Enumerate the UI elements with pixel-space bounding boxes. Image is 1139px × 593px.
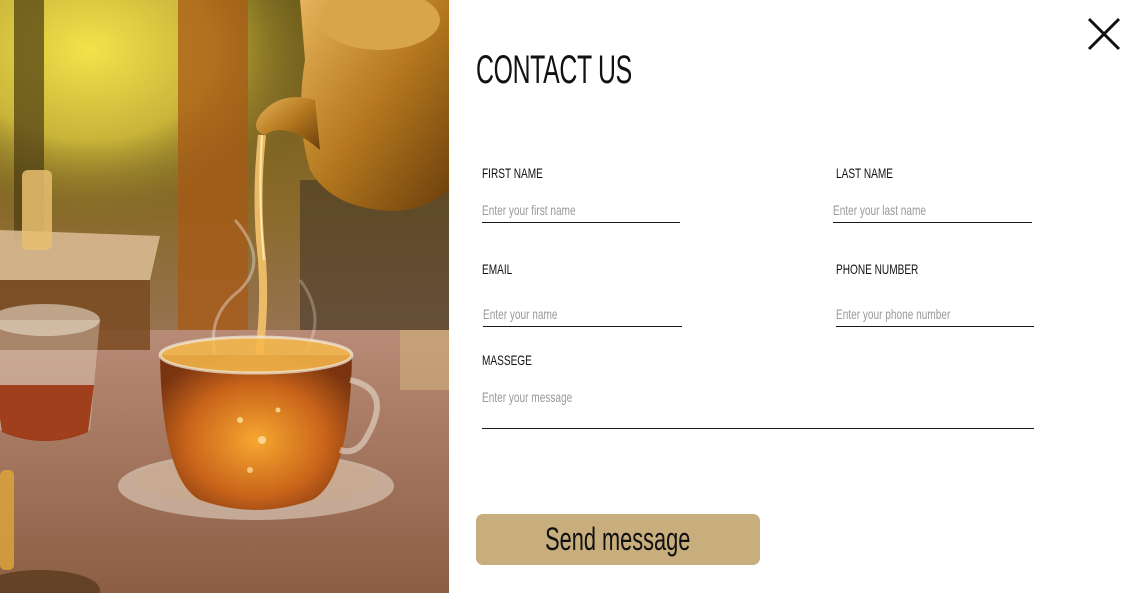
email-label: EMAIL bbox=[482, 261, 513, 277]
message-placeholder: Enter your message bbox=[482, 389, 573, 405]
tea-photo bbox=[0, 0, 449, 593]
first-name-field[interactable]: Enter your first name bbox=[482, 198, 680, 223]
phone-placeholder: Enter your phone number bbox=[836, 306, 951, 322]
email-field[interactable]: Enter your name bbox=[483, 302, 682, 327]
last-name-placeholder: Enter your last name bbox=[833, 202, 927, 218]
message-label: MASSEGE bbox=[482, 352, 532, 368]
first-name-label: FIRST NAME bbox=[482, 165, 543, 181]
close-button[interactable] bbox=[1086, 16, 1122, 52]
tea-illustration bbox=[0, 0, 449, 593]
last-name-field[interactable]: Enter your last name bbox=[833, 198, 1032, 223]
phone-label: PHONE NUMBER bbox=[836, 261, 919, 277]
send-message-button[interactable]: Send message bbox=[476, 514, 760, 565]
phone-field[interactable]: Enter your phone number bbox=[836, 302, 1034, 327]
first-name-placeholder: Enter your first name bbox=[482, 202, 576, 218]
page-title: CONTACT US bbox=[476, 48, 632, 92]
email-placeholder: Enter your name bbox=[483, 306, 558, 322]
send-message-label: Send message bbox=[545, 521, 691, 557]
message-field[interactable]: Enter your message bbox=[482, 385, 1034, 429]
last-name-label: LAST NAME bbox=[836, 165, 893, 181]
close-icon bbox=[1087, 17, 1121, 51]
